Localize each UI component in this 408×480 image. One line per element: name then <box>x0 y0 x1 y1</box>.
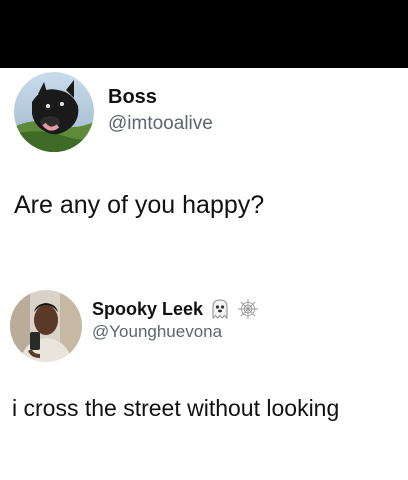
tweet-card: Boss @imtooalive Are any of you happy? <box>0 68 408 240</box>
tweet-text: Are any of you happy? <box>14 191 265 219</box>
avatar[interactable] <box>14 72 94 152</box>
tweet-text: i cross the street without looking <box>12 395 340 421</box>
display-name[interactable]: Spooky Leek <box>92 299 203 320</box>
person-selfie-icon <box>10 290 82 362</box>
top-black-bar <box>0 0 408 68</box>
tweet-card: Spooky Leek @Younghuevona i cross the st… <box>0 282 408 480</box>
dog-photo-icon <box>14 72 94 152</box>
user-handle[interactable]: @Younghuevona <box>92 322 222 342</box>
ghost-icon <box>209 298 231 320</box>
avatar[interactable] <box>10 290 82 362</box>
display-name-row: Spooky Leek <box>92 298 259 320</box>
user-handle[interactable]: @imtooalive <box>108 113 213 135</box>
spider-web-icon <box>237 298 259 320</box>
display-name[interactable]: Boss <box>108 86 157 109</box>
